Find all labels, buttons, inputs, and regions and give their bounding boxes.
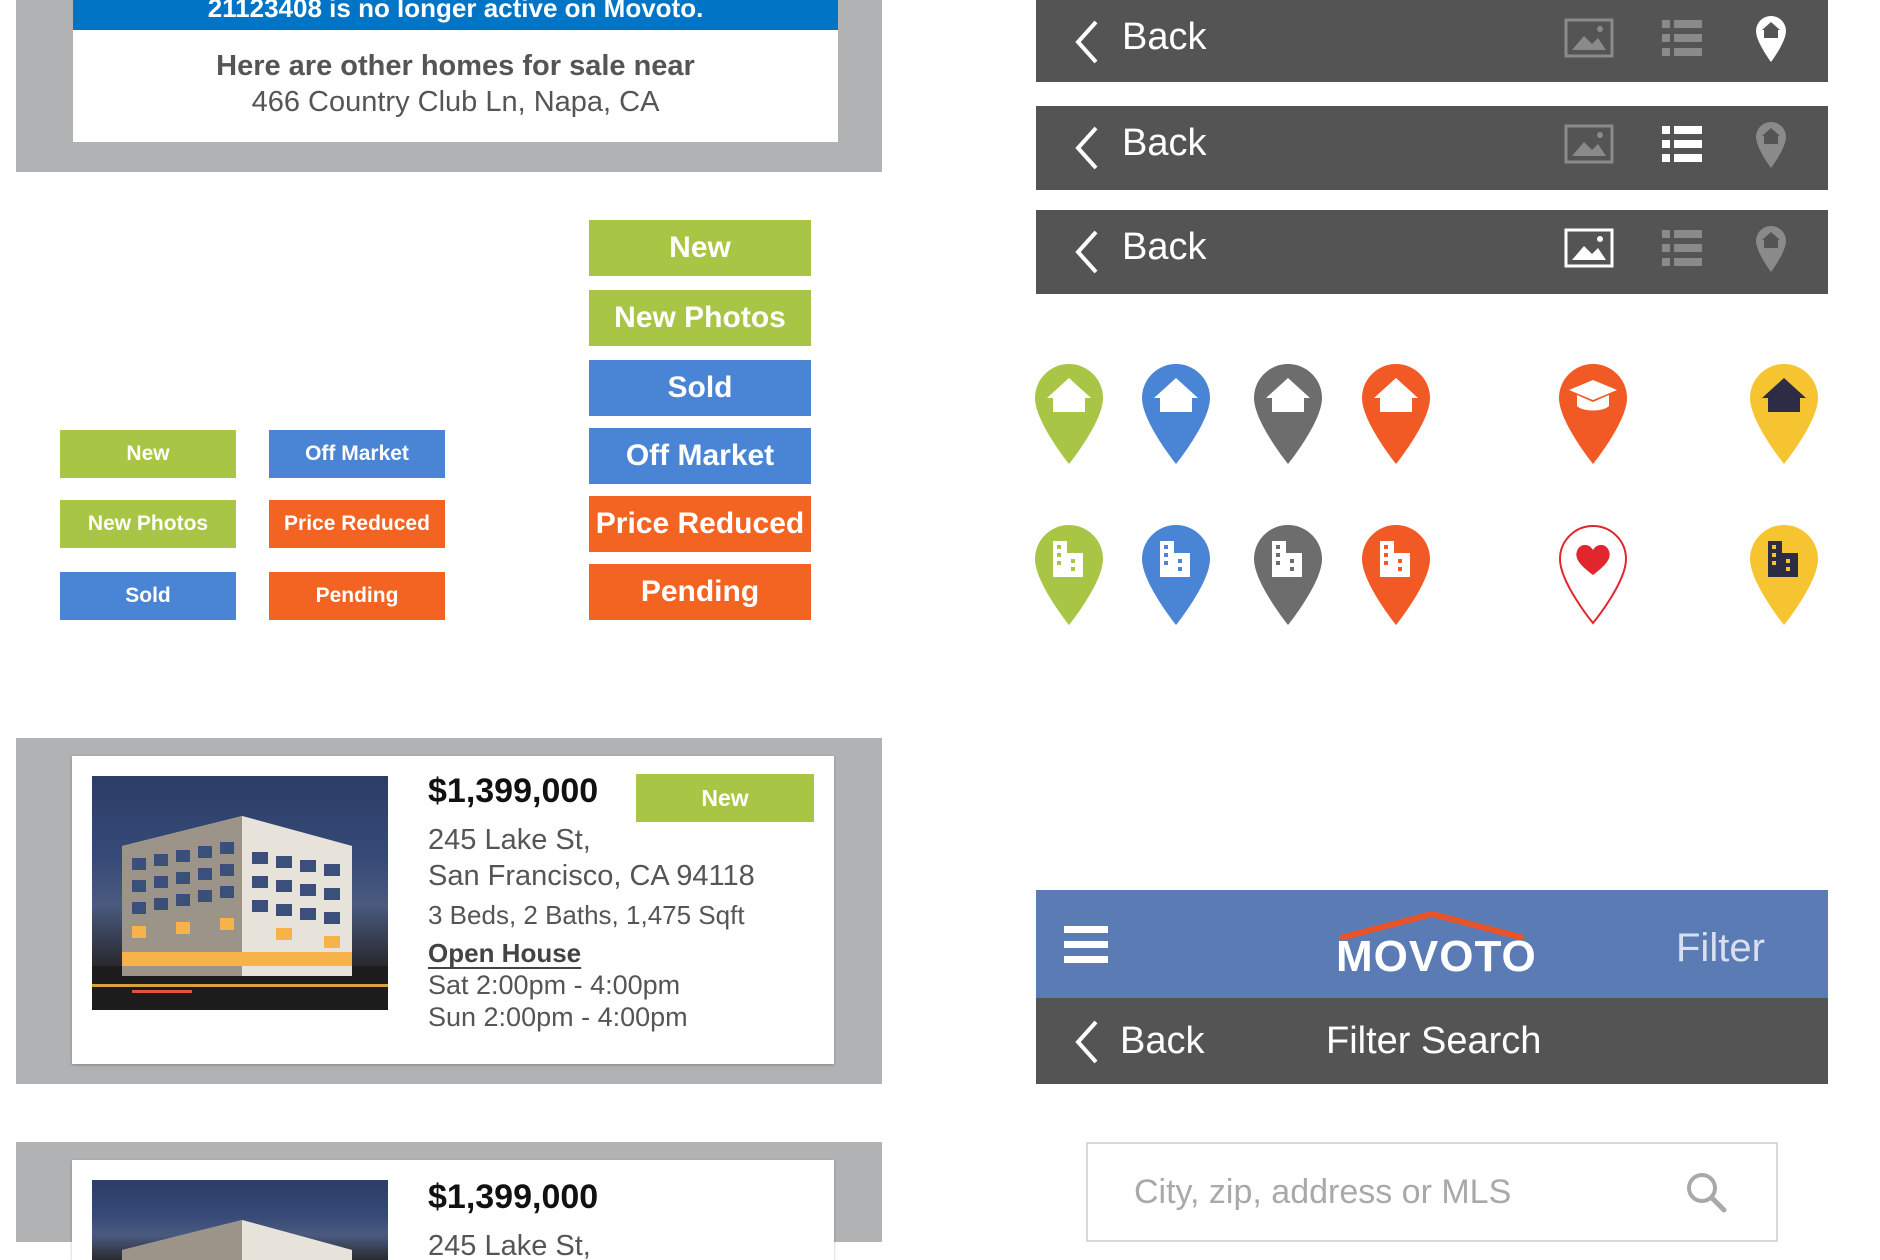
- heart-pin-red-icon[interactable]: [1557, 523, 1629, 627]
- building-photo-art: [92, 816, 388, 1010]
- hamburger-menu-icon[interactable]: [1064, 924, 1108, 964]
- back-label[interactable]: Back: [1122, 226, 1206, 269]
- open-house-sun: Sun 2:00pm - 4:00pm: [428, 1002, 688, 1032]
- notice-strip-text: 21123408 is no longer active on Movoto.: [207, 0, 704, 23]
- home-pin-yellow-icon[interactable]: [1748, 362, 1820, 466]
- listing-badge-new: New: [636, 774, 814, 822]
- listing-photo-2[interactable]: [92, 1180, 388, 1260]
- notice-frame: 21123408 is no longer active on Movoto. …: [16, 0, 882, 172]
- filter-search-bar: Back Filter Search: [1036, 998, 1828, 1084]
- chevron-left-icon[interactable]: [1072, 228, 1100, 276]
- listing-card-2[interactable]: $1,399,000 245 Lake St,: [72, 1160, 834, 1260]
- back-label[interactable]: Back: [1122, 16, 1206, 59]
- badge-off-market-small: Off Market: [269, 430, 445, 478]
- filter-button[interactable]: Filter: [1676, 926, 1765, 971]
- home-pin-blue-icon[interactable]: [1140, 362, 1212, 466]
- building-photo-art-2: [122, 1220, 352, 1260]
- back-bar-photo: Back: [1036, 210, 1828, 294]
- logo-text: MOVOTO: [1336, 932, 1537, 981]
- list-icon[interactable]: [1662, 18, 1702, 58]
- movoto-logo[interactable]: MOVOTO: [1334, 910, 1536, 981]
- open-house-link[interactable]: Open House: [428, 938, 581, 969]
- listing-address-line2: San Francisco, CA 94118: [428, 860, 755, 892]
- home-pin-gray-icon[interactable]: [1252, 362, 1324, 466]
- back-bar-map: Back: [1036, 0, 1828, 82]
- badge-new-photos-small: New Photos: [60, 500, 236, 548]
- building-pin-green-icon[interactable]: [1033, 523, 1105, 627]
- badge-off-market-large: Off Market: [589, 428, 811, 484]
- listing-details: 3 Beds, 2 Baths, 1,475 Sqft: [428, 900, 745, 930]
- notice-card: 21123408 is no longer active on Movoto. …: [73, 0, 838, 142]
- building-pin-yellow-icon[interactable]: [1748, 523, 1820, 627]
- search-icon[interactable]: [1684, 1170, 1728, 1214]
- home-pin-orange-icon[interactable]: [1360, 362, 1432, 466]
- notice-strip: 21123408 is no longer active on Movoto.: [73, 0, 838, 30]
- badge-sold-large: Sold: [589, 360, 811, 416]
- badge-price-reduced-large: Price Reduced: [589, 496, 811, 552]
- filter-search-title: Filter Search: [1326, 1020, 1542, 1062]
- open-house-sat: Sat 2:00pm - 4:00pm: [428, 970, 681, 1000]
- app-header: MOVOTO Filter: [1036, 890, 1828, 998]
- badge-sold-small: Sold: [60, 572, 236, 620]
- listing-price-2: $1,399,000: [428, 1178, 599, 1216]
- photo-icon[interactable]: [1564, 228, 1614, 270]
- badge-new-photos-large: New Photos: [589, 290, 811, 346]
- search-box: [1086, 1142, 1778, 1242]
- chevron-left-icon[interactable]: [1072, 18, 1100, 66]
- back-label[interactable]: Back: [1120, 1020, 1204, 1063]
- badge-pending-large: Pending: [589, 564, 811, 620]
- notice-address: 466 Country Club Ln, Napa, CA: [251, 86, 660, 118]
- search-input[interactable]: [1132, 1172, 1656, 1213]
- map-pin-icon[interactable]: [1754, 224, 1788, 274]
- building-pin-blue-icon[interactable]: [1140, 523, 1212, 627]
- photo-icon[interactable]: [1564, 124, 1614, 166]
- listing-address-line1-2: 245 Lake St,: [428, 1230, 591, 1260]
- listing-price: $1,399,000: [428, 772, 599, 810]
- photo-icon[interactable]: [1564, 18, 1614, 60]
- school-pin-orange-icon[interactable]: [1557, 362, 1629, 466]
- listing-frame-2: $1,399,000 245 Lake St,: [16, 1142, 882, 1260]
- back-bar-list: Back: [1036, 106, 1828, 190]
- badge-price-reduced-small: Price Reduced: [269, 500, 445, 548]
- list-icon[interactable]: [1662, 228, 1702, 268]
- badge-pending-small: Pending: [269, 572, 445, 620]
- home-pin-green-icon[interactable]: [1033, 362, 1105, 466]
- listing-address-line1: 245 Lake St,: [428, 824, 591, 856]
- back-label[interactable]: Back: [1122, 122, 1206, 165]
- listing-photo[interactable]: [92, 776, 388, 1010]
- badge-new-large: New: [589, 220, 811, 276]
- list-icon[interactable]: [1662, 124, 1702, 164]
- notice-title: Here are other homes for sale near: [216, 50, 695, 82]
- map-pin-icon[interactable]: [1754, 120, 1788, 170]
- chevron-left-icon[interactable]: [1072, 1018, 1100, 1066]
- listing-card[interactable]: $1,399,000 New 245 Lake St, San Francisc…: [72, 756, 834, 1064]
- building-pin-orange-icon[interactable]: [1360, 523, 1432, 627]
- badge-new-small: New: [60, 430, 236, 478]
- map-pin-icon[interactable]: [1754, 14, 1788, 64]
- chevron-left-icon[interactable]: [1072, 124, 1100, 172]
- building-pin-gray-icon[interactable]: [1252, 523, 1324, 627]
- listing-frame-1: $1,399,000 New 245 Lake St, San Francisc…: [16, 738, 882, 1084]
